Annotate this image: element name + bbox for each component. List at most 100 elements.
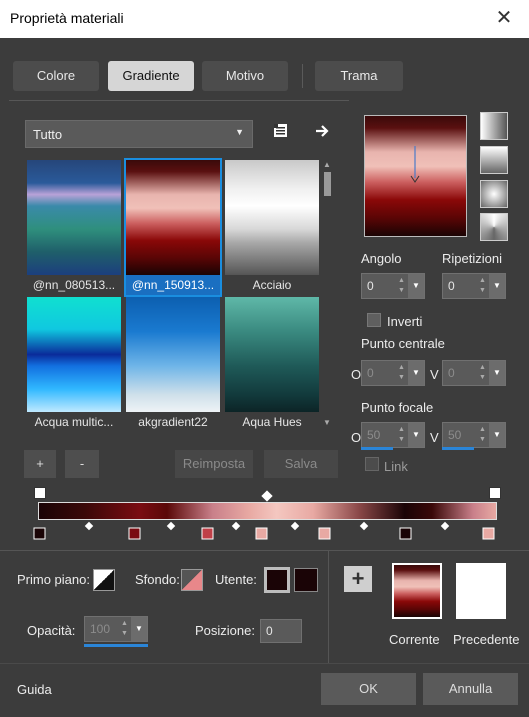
chevron-down-icon[interactable]: ▼: [489, 361, 505, 385]
arrow-right-icon[interactable]: [313, 122, 331, 140]
focal-o-slider[interactable]: [361, 447, 393, 450]
gradient-swatch: [225, 160, 319, 275]
spinner-icon[interactable]: ▲ ▼: [476, 363, 489, 383]
scroll-up-icon[interactable]: ▲: [323, 160, 331, 169]
gradient-tile[interactable]: Aqua Hues: [225, 297, 319, 432]
user-color-swatch-2[interactable]: [294, 568, 318, 592]
chevron-down-icon[interactable]: ▼: [408, 423, 424, 447]
foreground-label: Primo piano:: [17, 572, 90, 587]
chevron-down-icon[interactable]: ▼: [131, 617, 147, 641]
gradient-tile[interactable]: akgradient22: [126, 297, 220, 432]
tab-colore[interactable]: Colore: [13, 61, 99, 91]
link-label: Link: [384, 459, 408, 474]
gradient-swatch: [225, 297, 319, 412]
focal-o-input[interactable]: 50 ▲ ▼ ▼: [361, 422, 425, 448]
spinner-icon[interactable]: ▲ ▼: [395, 425, 408, 445]
center-point-label: Punto centrale: [361, 336, 445, 351]
user-color-swatch: [267, 570, 287, 590]
repeats-input[interactable]: 0 ▲ ▼ ▼: [442, 273, 506, 299]
spinner-icon[interactable]: ▲ ▼: [476, 276, 489, 296]
gradient-tile-label: @nn_150913...: [126, 275, 220, 295]
opacity-stop-left[interactable]: [34, 487, 46, 499]
radial-style-icon[interactable]: [480, 180, 508, 208]
center-v-input[interactable]: 0 ▲ ▼ ▼: [442, 360, 506, 386]
opacity-stop-right[interactable]: [489, 487, 501, 499]
close-icon[interactable]: ✕: [493, 6, 515, 30]
section-divider-vertical: [328, 551, 329, 663]
tab-motivo[interactable]: Motivo: [202, 61, 288, 91]
focal-o-label: O: [351, 430, 362, 445]
library-scrollbar[interactable]: ▲ ▼: [321, 160, 334, 430]
gradient-swatch: [27, 160, 121, 275]
chevron-down-icon[interactable]: ▼: [489, 274, 505, 298]
category-dropdown[interactable]: Tutto ▼: [25, 120, 253, 148]
repeats-label: Ripetizioni: [442, 251, 502, 266]
center-v-label: V: [430, 367, 439, 382]
background-label: Sfondo:: [135, 572, 180, 587]
cancel-button[interactable]: Annulla: [423, 673, 518, 705]
chevron-down-icon[interactable]: ▼: [408, 361, 424, 385]
angle-label: Angolo: [361, 251, 402, 266]
gradient-menu-icon[interactable]: [272, 122, 290, 140]
gradient-tile[interactable]: Acqua multic...: [27, 297, 121, 432]
focal-v-slider[interactable]: [442, 447, 474, 450]
user-color-selected[interactable]: [264, 567, 290, 593]
current-material-swatch: [392, 563, 442, 619]
foreground-swatch[interactable]: [93, 569, 115, 591]
ok-button[interactable]: OK: [321, 673, 416, 705]
scroll-down-icon[interactable]: ▼: [323, 418, 331, 427]
panel-divider: [9, 100, 349, 101]
gradient-tile-label: akgradient22: [138, 415, 208, 429]
title-bar: Proprietà materiali ✕: [0, 0, 529, 38]
invert-checkbox[interactable]: [367, 313, 381, 327]
tab-trama[interactable]: Trama: [315, 61, 403, 91]
scroll-thumb[interactable]: [324, 172, 331, 196]
position-label: Posizione:: [195, 623, 255, 638]
gradient-tile[interactable]: @nn_150913...: [124, 158, 222, 297]
gradient-tile-label: @nn_080513...: [32, 278, 116, 292]
reset-button[interactable]: Reimposta: [175, 450, 253, 478]
section-divider: [0, 550, 529, 551]
add-to-swatches-button[interactable]: +: [344, 566, 372, 592]
angle-input[interactable]: 0 ▲ ▼ ▼: [361, 273, 425, 299]
center-o-label: O: [351, 367, 362, 382]
spinner-icon[interactable]: ▲ ▼: [395, 276, 408, 296]
gradient-tile[interactable]: Acciaio: [225, 160, 319, 295]
gradient-tile-label: Acciaio: [252, 278, 292, 292]
position-input[interactable]: 0: [260, 619, 302, 643]
window-title: Proprietà materiali: [10, 10, 124, 26]
remove-gradient-button[interactable]: -: [65, 450, 99, 478]
invert-label: Inverti: [387, 314, 423, 329]
gradient-preview[interactable]: [364, 115, 467, 237]
footer-divider: [0, 663, 529, 664]
focal-v-input[interactable]: 50 ▲ ▼ ▼: [442, 422, 506, 448]
chevron-down-icon: ▼: [235, 127, 244, 137]
spinner-icon[interactable]: ▲ ▼: [476, 425, 489, 445]
gradient-tile[interactable]: @nn_080513...: [27, 160, 121, 295]
opacity-midpoint[interactable]: [261, 490, 273, 502]
color-stops[interactable]: [30, 520, 505, 542]
previous-material-swatch[interactable]: [456, 563, 506, 619]
angular-style-icon[interactable]: [480, 213, 508, 241]
gradient-editor-bar[interactable]: [38, 502, 497, 520]
background-swatch[interactable]: [181, 569, 203, 591]
opacity-slider[interactable]: [84, 644, 148, 647]
link-checkbox[interactable]: [365, 457, 379, 471]
previous-label: Precedente: [453, 632, 520, 647]
tab-gradiente[interactable]: Gradiente: [108, 61, 194, 91]
linear-style-icon[interactable]: [480, 112, 508, 140]
center-o-input[interactable]: 0 ▲ ▼ ▼: [361, 360, 425, 386]
tab-separator: [302, 64, 303, 88]
help-link[interactable]: Guida: [17, 682, 52, 697]
chevron-down-icon[interactable]: ▼: [489, 423, 505, 447]
gradient-swatch: [27, 297, 121, 412]
add-gradient-button[interactable]: +: [24, 450, 56, 478]
save-button[interactable]: Salva: [264, 450, 338, 478]
spinner-icon[interactable]: ▲ ▼: [118, 619, 131, 639]
rectangular-style-icon[interactable]: [480, 146, 508, 174]
opacity-input[interactable]: 100 ▲ ▼ ▼: [84, 616, 148, 642]
focal-point-label: Punto focale: [361, 400, 434, 415]
gradient-swatch: [126, 297, 220, 412]
chevron-down-icon[interactable]: ▼: [408, 274, 424, 298]
spinner-icon[interactable]: ▲ ▼: [395, 363, 408, 383]
